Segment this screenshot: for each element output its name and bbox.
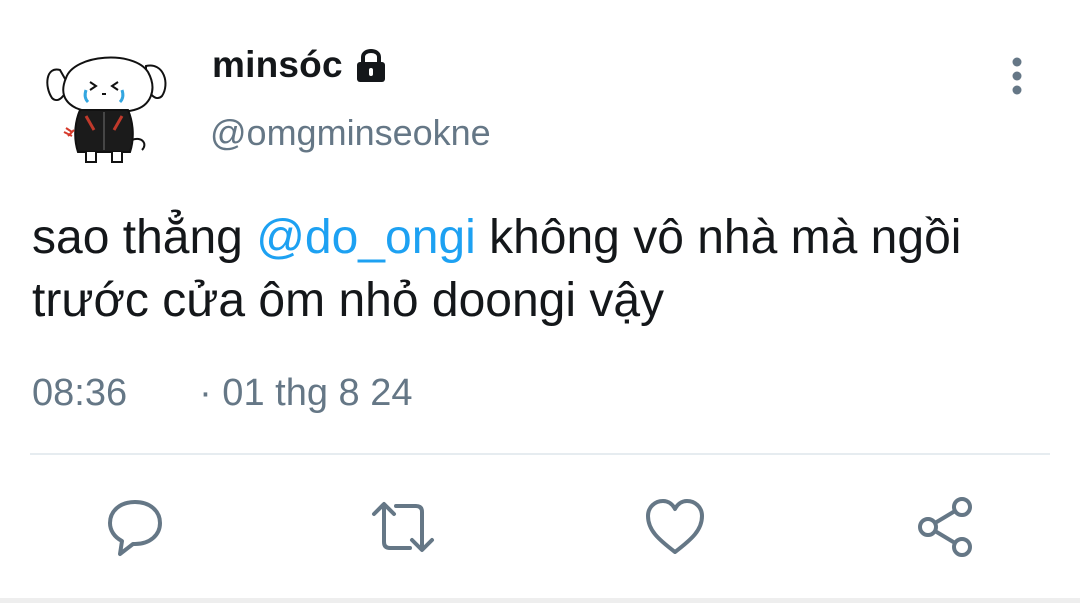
more-options-icon[interactable] [1000, 52, 1034, 100]
tweet-date: · 01 thg 8 24 [199, 372, 413, 414]
heart-icon[interactable] [640, 492, 710, 562]
tweet-timestamp: 08:36 · 01 thg 8 24 [32, 372, 412, 415]
user-handle[interactable]: @omgminseokne [210, 112, 491, 154]
display-name-text: minsóc [212, 44, 343, 85]
tweet-card: minsóc @omgminseokne sao thẳng @do_ongi … [0, 0, 1080, 603]
tweet-text-line-2: trước cửa ôm nhỏ doongi vậy [32, 274, 665, 327]
tweet-text: sao thẳng @do_ongi không vô nhà mà ngồi … [32, 206, 1072, 332]
lock-icon [356, 49, 385, 82]
tweet-text-line-1: sao thẳng @do_ongi không vô nhà mà ngồi [32, 211, 962, 264]
retweet-icon[interactable] [368, 492, 438, 562]
tweet-time: 08:36 [32, 372, 128, 414]
divider [30, 453, 1050, 455]
display-name[interactable]: minsóc [212, 44, 389, 86]
share-icon[interactable] [910, 492, 980, 562]
mention-link[interactable]: @do_ongi [256, 211, 476, 264]
bottom-border [0, 598, 1080, 603]
avatar[interactable] [38, 40, 178, 170]
reply-icon[interactable] [100, 492, 170, 562]
